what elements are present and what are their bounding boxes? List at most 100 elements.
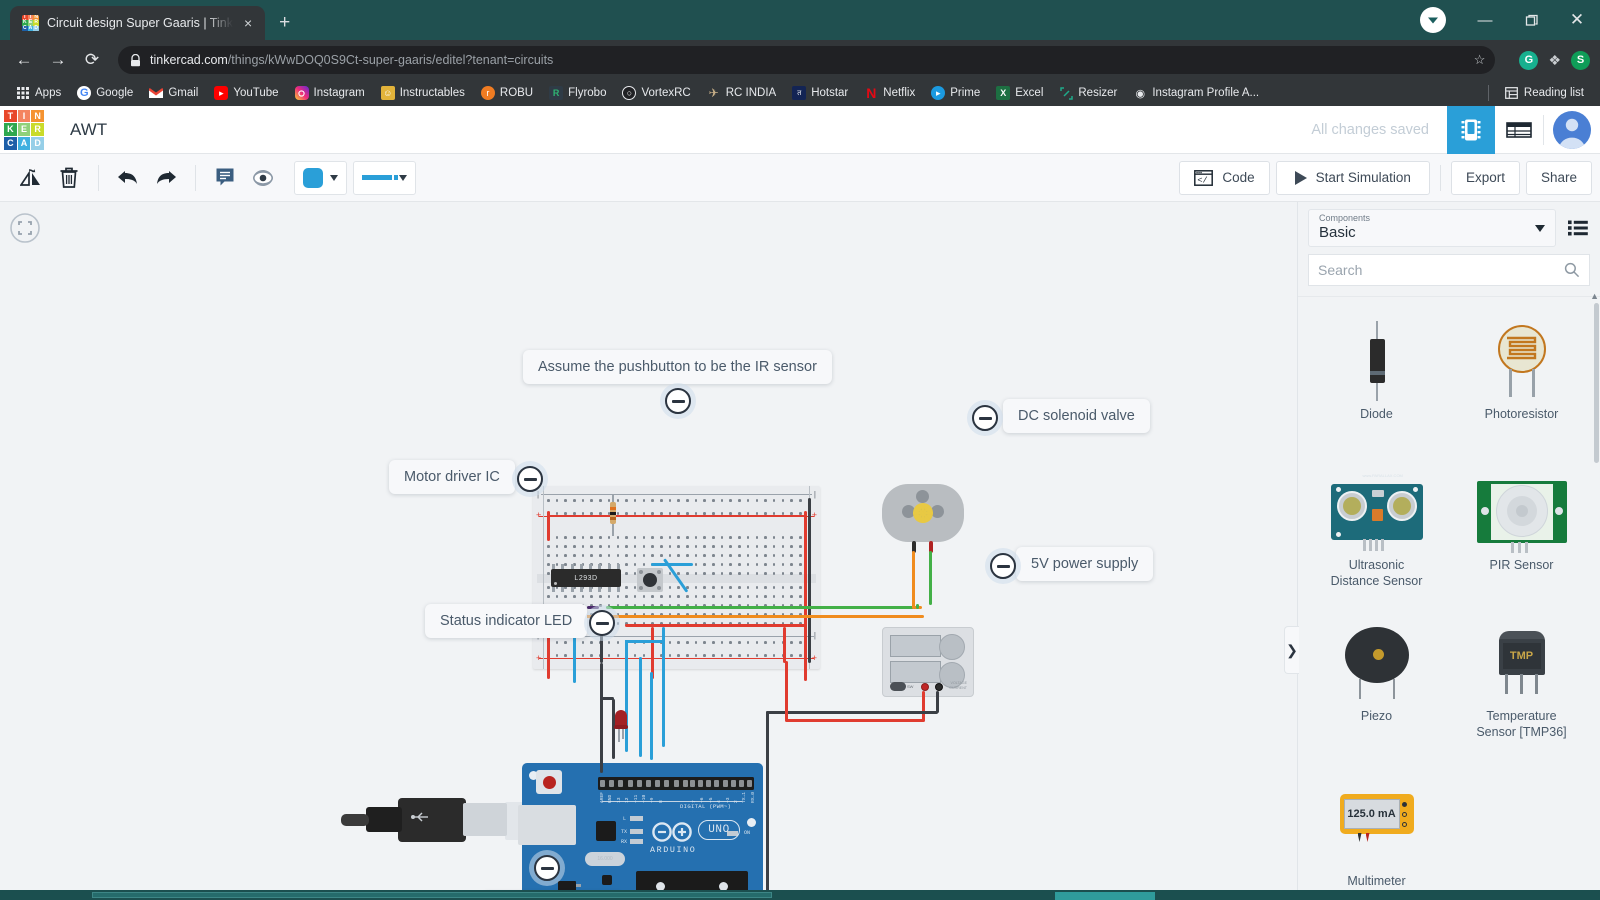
reload-button[interactable]: ⟳ — [78, 46, 106, 74]
bookmark-youtube[interactable]: ▸ YouTube — [206, 82, 286, 104]
code-button[interactable]: </ Code — [1179, 160, 1270, 195]
close-window-button[interactable]: ✕ — [1554, 0, 1600, 40]
component-pir-sensor[interactable]: PIR Sensor — [1449, 466, 1594, 609]
rotate-icon[interactable] — [12, 161, 50, 195]
digital-header-left[interactable] — [598, 777, 690, 790]
component-multimeter[interactable]: 125.0 mA Multimeter — [1304, 768, 1449, 900]
component-diode[interactable]: Diode — [1304, 315, 1449, 458]
reading-list-button[interactable]: Reading list — [1497, 82, 1592, 104]
callout-pin-power-supply[interactable] — [990, 553, 1016, 579]
component-temperature-sensor[interactable]: TMP Temperature Sensor [TMP36] — [1449, 617, 1594, 760]
jumper-wire[interactable] — [547, 511, 550, 541]
bookmark-rcindia[interactable]: ✈ RC INDIA — [699, 82, 784, 104]
bookmark-gmail[interactable]: Gmail — [141, 82, 206, 104]
callout-pin-solenoid[interactable] — [972, 405, 998, 431]
bookmark-instructables[interactable]: ☺ Instructables — [373, 82, 473, 104]
bookmark-google[interactable]: G Google — [69, 82, 141, 104]
search-icon[interactable] — [1564, 262, 1580, 278]
profile-avatar-icon[interactable]: S — [1571, 50, 1590, 70]
callout-motor-driver-note[interactable]: Motor driver IC — [389, 460, 515, 494]
grammarly-extension-icon[interactable]: G — [1519, 50, 1539, 70]
start-simulation-button[interactable]: Start Simulation — [1275, 160, 1430, 195]
visibility-icon[interactable] — [244, 161, 282, 195]
gnd-wire[interactable] — [600, 663, 603, 773]
orange-signal-wire[interactable] — [584, 615, 924, 618]
digital-header-right[interactable] — [688, 777, 754, 790]
motor-wire-green[interactable] — [929, 551, 932, 605]
search-input[interactable] — [1318, 262, 1564, 278]
share-button[interactable]: Share — [1525, 160, 1592, 195]
tinkercad-logo[interactable]: T I N K E R C A D — [4, 109, 44, 150]
bookmark-netflix[interactable]: N Netflix — [856, 82, 923, 104]
component-ultrasonic[interactable]: www.PARALLAX.COM Ultrasonic Distance Sen… — [1304, 466, 1449, 609]
address-bar[interactable]: tinkercad.com/things/kWwDOQ0S9Ct-super-g… — [118, 46, 1496, 74]
component-piezo[interactable]: Piezo — [1304, 617, 1449, 760]
undo-icon[interactable] — [109, 161, 147, 195]
scroll-up-arrow[interactable]: ▲ — [1590, 291, 1599, 301]
jumper-wire[interactable] — [804, 511, 807, 681]
minimize-window-button[interactable]: — — [1462, 0, 1508, 40]
forward-button[interactable]: → — [44, 46, 72, 74]
bookmark-apps[interactable]: Apps — [8, 82, 69, 104]
bookmark-hotstar[interactable]: त Hotstar — [784, 82, 856, 104]
psu-wire-black[interactable] — [766, 711, 938, 714]
psu-wire-red[interactable] — [785, 719, 925, 722]
psu-wire-red[interactable] — [922, 691, 925, 721]
callout-led-note[interactable]: Status indicator LED — [425, 604, 588, 638]
bookmark-robu[interactable]: r ROBU — [473, 82, 541, 104]
back-button[interactable]: ← — [10, 46, 38, 74]
jumper-wire[interactable] — [783, 627, 786, 663]
extensions-puzzle-icon[interactable]: ❖ — [1548, 52, 1561, 69]
components-category-dropdown[interactable]: Components Basic — [1308, 209, 1556, 247]
callout-pushbutton-note[interactable]: Assume the pushbutton to be the IR senso… — [523, 350, 832, 384]
rail-wire-top[interactable] — [547, 515, 805, 517]
green-signal-wire[interactable] — [606, 606, 919, 609]
component-photoresistor[interactable]: Photoresistor — [1449, 315, 1594, 458]
callout-pin-motor-driver[interactable] — [517, 466, 543, 492]
component-color-picker[interactable] — [294, 160, 347, 195]
psu-wire-red[interactable] — [785, 661, 788, 721]
resistor[interactable] — [610, 494, 616, 536]
arduino-signal-wire[interactable] — [625, 640, 663, 643]
components-list-icon[interactable] — [1495, 106, 1543, 154]
status-led[interactable] — [614, 710, 628, 742]
browser-tab[interactable]: TIN KER CAD Circuit design Super Gaaris … — [10, 6, 266, 40]
motor-driver-ic[interactable]: L293D — [551, 569, 621, 587]
panel-collapse-button[interactable]: ❯ — [1284, 626, 1299, 674]
redo-icon[interactable] — [147, 161, 185, 195]
scrollbar-thumb[interactable] — [1594, 303, 1599, 463]
jumper-wire[interactable] — [662, 627, 665, 747]
ground-wire[interactable] — [808, 498, 811, 663]
note-icon[interactable] — [206, 161, 244, 195]
bookmark-resizer[interactable]: Resizer — [1051, 82, 1125, 104]
bookmark-instagram-profile[interactable]: ◉ Instagram Profile A... — [1125, 82, 1267, 104]
new-tab-button[interactable]: + — [279, 12, 290, 34]
fit-to-view-icon[interactable] — [9, 212, 41, 244]
dc-solenoid-valve[interactable] — [882, 484, 964, 542]
circuit-canvas[interactable]: + + | | | | + + — [0, 202, 1297, 900]
star-icon[interactable]: ☆ — [1474, 52, 1486, 68]
callout-pin-pushbutton[interactable] — [665, 388, 691, 414]
motor-wire-orange[interactable] — [912, 551, 915, 609]
callout-power-supply-note[interactable]: 5V power supply — [1016, 547, 1154, 581]
callout-solenoid-note[interactable]: DC solenoid valve — [1003, 399, 1150, 433]
page-title[interactable]: AWT — [70, 120, 107, 140]
arduino-signal-wire[interactable] — [639, 657, 642, 757]
bookmark-instagram[interactable]: Instagram — [287, 82, 373, 104]
bookmark-excel[interactable]: X Excel — [988, 82, 1051, 104]
chrome-profile-badge[interactable] — [1420, 7, 1446, 33]
close-tab-icon[interactable]: × — [241, 14, 255, 32]
psu-wire-black[interactable] — [766, 711, 769, 900]
arduino-signal-wire[interactable] — [650, 672, 653, 760]
psu-wire-black[interactable] — [936, 691, 939, 713]
callout-pin-led[interactable] — [589, 610, 615, 636]
signal-wire[interactable] — [651, 563, 693, 566]
search-box[interactable] — [1308, 254, 1590, 286]
bookmark-flyrobo[interactable]: R Flyrobo — [541, 82, 614, 104]
list-view-icon[interactable] — [1566, 216, 1590, 240]
wire-style-picker[interactable] — [353, 160, 416, 195]
callout-pin-arduino[interactable] — [534, 855, 560, 881]
circuits-view-icon[interactable] — [1447, 106, 1495, 154]
components-scroll-region[interactable]: ▲ ▼ Diode — [1298, 291, 1600, 900]
maximize-window-button[interactable] — [1508, 0, 1554, 40]
